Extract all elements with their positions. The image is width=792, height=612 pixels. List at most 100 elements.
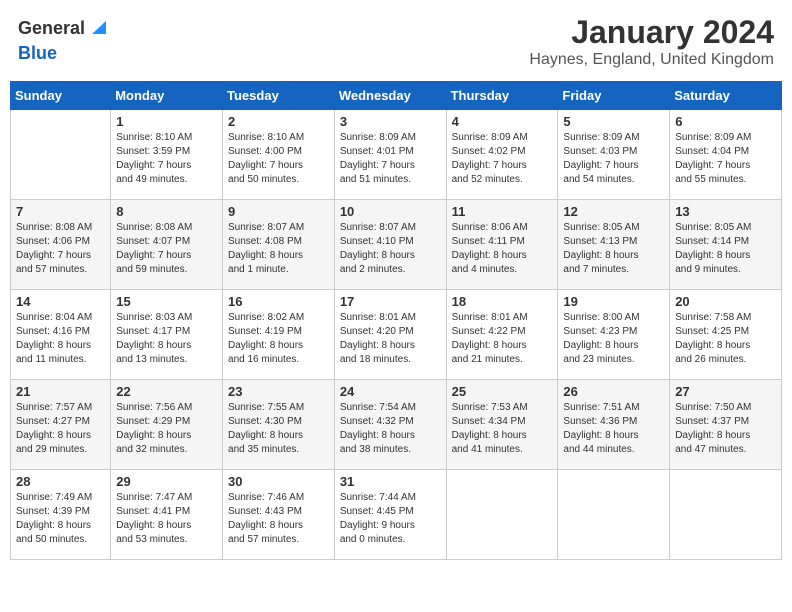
calendar-table: Sunday Monday Tuesday Wednesday Thursday… xyxy=(10,81,782,560)
table-row: 5Sunrise: 8:09 AM Sunset: 4:03 PM Daylig… xyxy=(558,110,670,200)
day-info: Sunrise: 7:58 AM Sunset: 4:25 PM Dayligh… xyxy=(675,311,776,367)
table-row: 1 Sunrise: 8:10 AM Sunset: 3:59 PM Daylig… xyxy=(111,110,223,200)
day-number: 27 xyxy=(675,384,776,399)
day-info: Sunrise: 7:56 AM Sunset: 4:29 PM Dayligh… xyxy=(116,401,217,457)
day-number: 10 xyxy=(340,204,441,219)
day-number: 7 xyxy=(16,204,105,219)
day-info: Sunrise: 7:55 AM Sunset: 4:30 PM Dayligh… xyxy=(228,401,329,457)
table-row: 22Sunrise: 7:56 AM Sunset: 4:29 PM Dayli… xyxy=(111,380,223,470)
table-row: 31Sunrise: 7:44 AM Sunset: 4:45 PM Dayli… xyxy=(334,470,446,560)
day-number: 26 xyxy=(563,384,664,399)
day-number: 25 xyxy=(452,384,553,399)
day-number: 15 xyxy=(116,294,217,309)
table-row: 29 Sunrise: 7:47 AM Sunset: 4:41 PM Dayli… xyxy=(111,470,223,560)
day-info: Sunrise: 8:07 AM Sunset: 4:10 PM Dayligh… xyxy=(340,221,441,277)
table-row: 4 Sunrise: 8:09 AM Sunset: 4:02 PM Daylig… xyxy=(446,110,558,200)
days-header-row: Sunday Monday Tuesday Wednesday Thursday… xyxy=(11,82,782,110)
day-info: Sunrise: 7:44 AM Sunset: 4:45 PM Dayligh… xyxy=(340,491,441,547)
day-number: 11 xyxy=(452,204,553,219)
table-row: 30Sunrise: 7:46 AM Sunset: 4:43 PM Dayli… xyxy=(223,470,335,560)
table-row: 13 Sunrise: 8:05 AM Sunset: 4:14 PM Dayli… xyxy=(670,200,782,290)
table-row: 18 Sunrise: 8:01 AM Sunset: 4:22 PM Dayli… xyxy=(446,290,558,380)
table-row: 15 Sunrise: 8:03 AM Sunset: 4:17 PM Dayli… xyxy=(111,290,223,380)
table-row: 16 Sunrise: 8:02 AM Sunset: 4:19 PM Dayli… xyxy=(223,290,335,380)
day-info: Sunrise: 7:57 AM Sunset: 4:27 PM Dayligh… xyxy=(16,401,105,457)
day-number: 24 xyxy=(340,384,441,399)
day-number: 4 xyxy=(452,114,553,129)
day-number: 21 xyxy=(16,384,105,399)
day-number: 6 xyxy=(675,114,776,129)
table-row xyxy=(446,470,558,560)
day-number: 20 xyxy=(675,294,776,309)
day-number: 1 xyxy=(116,114,217,129)
header-tuesday: Tuesday xyxy=(223,82,335,110)
day-info: Sunrise: 8:01 AM Sunset: 4:22 PM Dayligh… xyxy=(452,311,553,367)
table-row: 3Sunrise: 8:09 AM Sunset: 4:01 PM Daylig… xyxy=(334,110,446,200)
table-row xyxy=(11,110,111,200)
table-row: 10 Sunrise: 8:07 AM Sunset: 4:10 PM Dayli… xyxy=(334,200,446,290)
day-number: 2 xyxy=(228,114,329,129)
day-info: Sunrise: 8:09 AM Sunset: 4:02 PM Dayligh… xyxy=(452,131,553,187)
day-info: Sunrise: 8:03 AM Sunset: 4:17 PM Dayligh… xyxy=(116,311,217,367)
table-row: 17 Sunrise: 8:01 AM Sunset: 4:20 PM Dayli… xyxy=(334,290,446,380)
day-info: Sunrise: 8:06 AM Sunset: 4:11 PM Dayligh… xyxy=(452,221,553,277)
page-header: General Blue January 2024 Haynes, Englan… xyxy=(10,10,782,73)
header-friday: Friday xyxy=(558,82,670,110)
month-year-title: January 2024 xyxy=(529,14,774,51)
day-info: Sunrise: 7:54 AM Sunset: 4:32 PM Dayligh… xyxy=(340,401,441,457)
table-row: 27Sunrise: 7:50 AM Sunset: 4:37 PM Dayli… xyxy=(670,380,782,470)
table-row: 2Sunrise: 8:10 AM Sunset: 4:00 PM Daylig… xyxy=(223,110,335,200)
week-row-5: 28Sunrise: 7:49 AM Sunset: 4:39 PM Dayli… xyxy=(11,470,782,560)
day-number: 8 xyxy=(116,204,217,219)
header-wednesday: Wednesday xyxy=(334,82,446,110)
header-saturday: Saturday xyxy=(670,82,782,110)
day-info: Sunrise: 8:07 AM Sunset: 4:08 PM Dayligh… xyxy=(228,221,329,277)
table-row: 28Sunrise: 7:49 AM Sunset: 4:39 PM Dayli… xyxy=(11,470,111,560)
table-row: 23 Sunrise: 7:55 AM Sunset: 4:30 PM Dayli… xyxy=(223,380,335,470)
table-row: 9 Sunrise: 8:07 AM Sunset: 4:08 PM Daylig… xyxy=(223,200,335,290)
logo-blue-text: Blue xyxy=(18,43,57,63)
day-number: 17 xyxy=(340,294,441,309)
day-number: 19 xyxy=(563,294,664,309)
day-info: Sunrise: 7:49 AM Sunset: 4:39 PM Dayligh… xyxy=(16,491,105,547)
day-number: 23 xyxy=(228,384,329,399)
day-info: Sunrise: 8:09 AM Sunset: 4:01 PM Dayligh… xyxy=(340,131,441,187)
table-row: 6 Sunrise: 8:09 AM Sunset: 4:04 PM Daylig… xyxy=(670,110,782,200)
day-info: Sunrise: 7:51 AM Sunset: 4:36 PM Dayligh… xyxy=(563,401,664,457)
day-info: Sunrise: 8:08 AM Sunset: 4:06 PM Dayligh… xyxy=(16,221,105,277)
day-number: 9 xyxy=(228,204,329,219)
day-number: 29 xyxy=(116,474,217,489)
table-row: 20 Sunrise: 7:58 AM Sunset: 4:25 PM Dayli… xyxy=(670,290,782,380)
day-info: Sunrise: 7:47 AM Sunset: 4:41 PM Dayligh… xyxy=(116,491,217,547)
day-number: 16 xyxy=(228,294,329,309)
header-thursday: Thursday xyxy=(446,82,558,110)
week-row-3: 14 Sunrise: 8:04 AM Sunset: 4:16 PM Dayli… xyxy=(11,290,782,380)
logo-general-text: General xyxy=(18,18,85,39)
day-info: Sunrise: 8:10 AM Sunset: 3:59 PM Dayligh… xyxy=(116,131,217,187)
table-row: 14 Sunrise: 8:04 AM Sunset: 4:16 PM Dayli… xyxy=(11,290,111,380)
table-row: 24 Sunrise: 7:54 AM Sunset: 4:32 PM Dayli… xyxy=(334,380,446,470)
day-number: 5 xyxy=(563,114,664,129)
day-info: Sunrise: 8:02 AM Sunset: 4:19 PM Dayligh… xyxy=(228,311,329,367)
table-row: 12Sunrise: 8:05 AM Sunset: 4:13 PM Dayli… xyxy=(558,200,670,290)
day-number: 13 xyxy=(675,204,776,219)
day-info: Sunrise: 8:09 AM Sunset: 4:04 PM Dayligh… xyxy=(675,131,776,187)
table-row: 7 Sunrise: 8:08 AM Sunset: 4:06 PM Daylig… xyxy=(11,200,111,290)
table-row: 8Sunrise: 8:08 AM Sunset: 4:07 PM Daylig… xyxy=(111,200,223,290)
day-info: Sunrise: 8:05 AM Sunset: 4:14 PM Dayligh… xyxy=(675,221,776,277)
day-number: 14 xyxy=(16,294,105,309)
day-info: Sunrise: 8:04 AM Sunset: 4:16 PM Dayligh… xyxy=(16,311,105,367)
logo: General Blue xyxy=(18,14,110,64)
week-row-1: 1 Sunrise: 8:10 AM Sunset: 3:59 PM Daylig… xyxy=(11,110,782,200)
table-row: 26 Sunrise: 7:51 AM Sunset: 4:36 PM Dayli… xyxy=(558,380,670,470)
week-row-2: 7 Sunrise: 8:08 AM Sunset: 4:06 PM Daylig… xyxy=(11,200,782,290)
day-number: 18 xyxy=(452,294,553,309)
title-area: January 2024 Haynes, England, United Kin… xyxy=(529,14,774,69)
header-sunday: Sunday xyxy=(11,82,111,110)
day-info: Sunrise: 8:05 AM Sunset: 4:13 PM Dayligh… xyxy=(563,221,664,277)
day-info: Sunrise: 8:01 AM Sunset: 4:20 PM Dayligh… xyxy=(340,311,441,367)
table-row: 19Sunrise: 8:00 AM Sunset: 4:23 PM Dayli… xyxy=(558,290,670,380)
week-row-4: 21 Sunrise: 7:57 AM Sunset: 4:27 PM Dayli… xyxy=(11,380,782,470)
location-subtitle: Haynes, England, United Kingdom xyxy=(529,51,774,69)
table-row xyxy=(558,470,670,560)
